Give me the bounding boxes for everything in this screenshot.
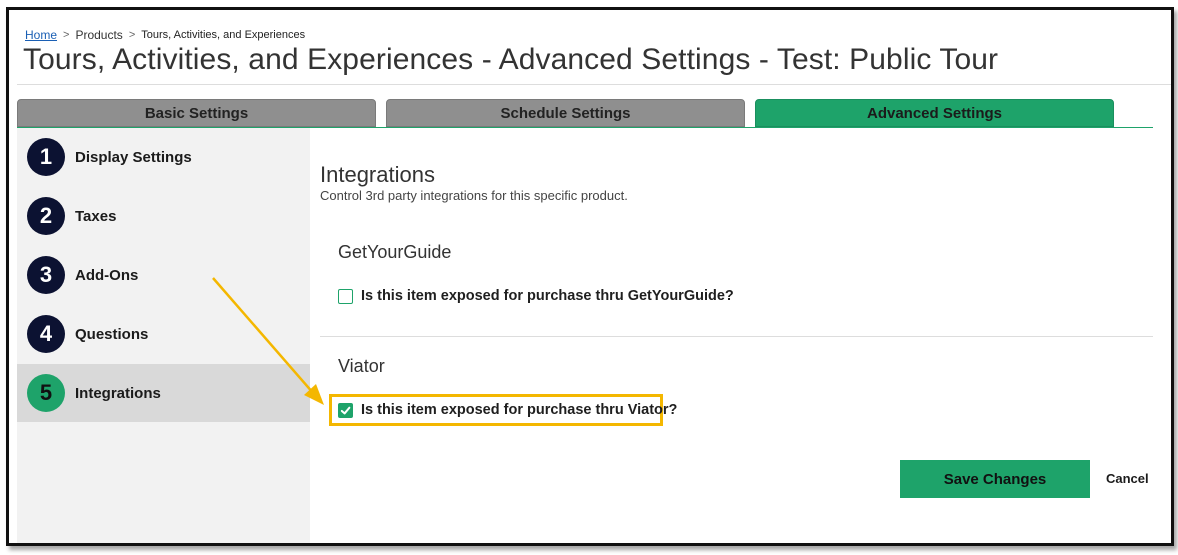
- tab-basic-settings[interactable]: Basic Settings: [17, 99, 376, 127]
- getyourguide-checkbox-label: Is this item exposed for purchase thru G…: [361, 288, 734, 304]
- breadcrumb-home-link[interactable]: Home: [25, 28, 57, 42]
- step-label: Taxes: [75, 208, 117, 225]
- step-label: Display Settings: [75, 149, 192, 166]
- viator-title: Viator: [338, 356, 385, 376]
- step-number-badge: 3: [27, 256, 65, 294]
- sidebar-step-add-ons[interactable]: 3 Add-Ons: [17, 246, 310, 304]
- title-divider: [17, 84, 1171, 85]
- getyourguide-checkbox[interactable]: [338, 288, 353, 304]
- step-label: Questions: [75, 326, 149, 343]
- sidebar-step-taxes[interactable]: 2 Taxes: [17, 187, 310, 245]
- viator-checkbox-label: Is this item exposed for purchase thru V…: [361, 402, 678, 418]
- viator-checkbox-row[interactable]: Is this item exposed for purchase thru V…: [338, 402, 677, 418]
- step-number-badge: 5: [27, 374, 65, 412]
- step-number-badge: 1: [27, 138, 65, 176]
- cancel-link[interactable]: Cancel: [1106, 471, 1149, 486]
- breadcrumb-current: Tours, Activities, and Experiences: [141, 29, 306, 41]
- page-title: Tours, Activities, and Experiences - Adv…: [23, 43, 999, 76]
- section-description: Control 3rd party integrations for this …: [320, 188, 628, 203]
- step-label: Integrations: [75, 385, 161, 402]
- viator-checkbox[interactable]: [338, 402, 353, 418]
- getyourguide-title: GetYourGuide: [338, 242, 452, 262]
- step-number-badge: 2: [27, 197, 65, 235]
- breadcrumb: Home > Products > Tours, Activities, and…: [25, 28, 305, 42]
- app-window: Home > Products > Tours, Activities, and…: [6, 7, 1174, 546]
- breadcrumb-separator: >: [63, 29, 70, 41]
- tab-advanced-settings[interactable]: Advanced Settings: [755, 99, 1114, 127]
- settings-tabs: Basic Settings Schedule Settings Advance…: [17, 99, 1171, 128]
- section-divider: [320, 336, 1153, 337]
- sidebar-step-integrations[interactable]: 5 Integrations: [17, 364, 310, 422]
- step-sidebar: 1 Display Settings 2 Taxes 3 Add-Ons 4 Q…: [17, 128, 310, 543]
- breadcrumb-products[interactable]: Products: [75, 28, 122, 42]
- step-label: Add-Ons: [75, 267, 139, 284]
- tab-schedule-settings[interactable]: Schedule Settings: [386, 99, 745, 127]
- sidebar-step-display-settings[interactable]: 1 Display Settings: [17, 128, 310, 186]
- breadcrumb-separator: >: [128, 29, 136, 41]
- getyourguide-checkbox-row[interactable]: Is this item exposed for purchase thru G…: [338, 288, 734, 304]
- step-number-badge: 4: [27, 315, 65, 353]
- save-changes-button[interactable]: Save Changes: [900, 460, 1090, 498]
- integrations-panel: Integrations Control 3rd party integrati…: [310, 128, 1170, 543]
- sidebar-step-questions[interactable]: 4 Questions: [17, 305, 310, 363]
- check-icon: [340, 406, 351, 414]
- section-title: Integrations: [320, 162, 435, 187]
